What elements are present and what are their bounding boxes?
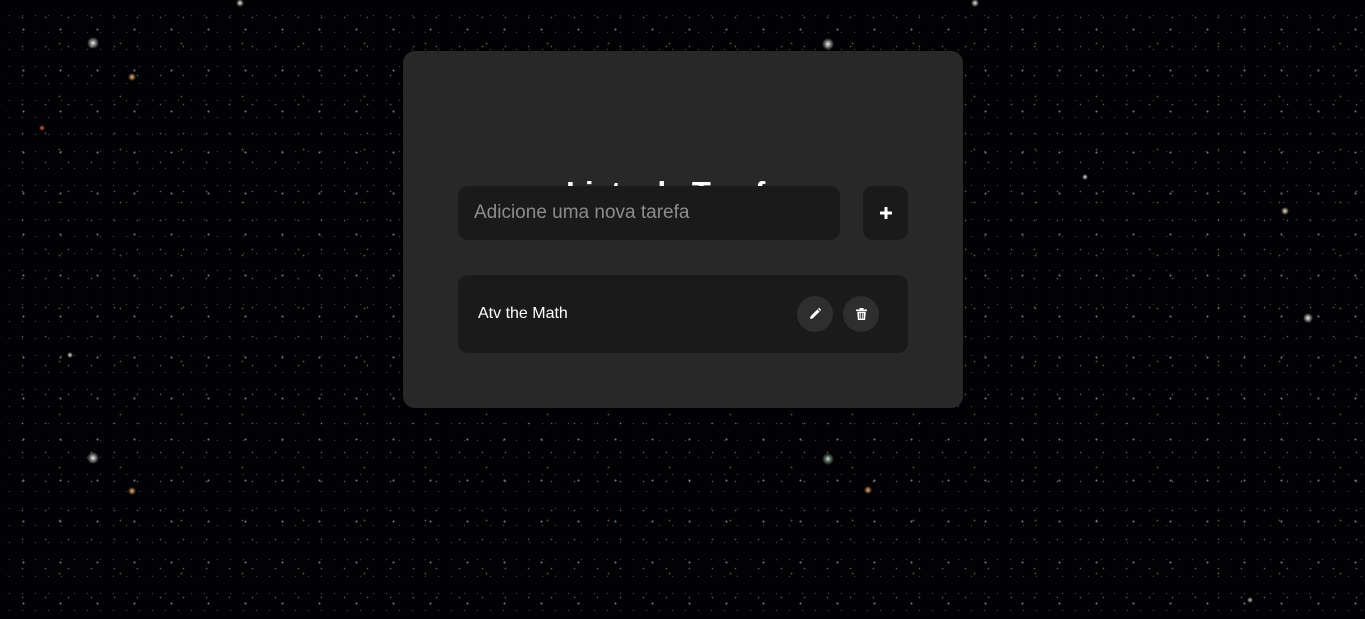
trash-icon — [855, 308, 867, 320]
pencil-icon — [809, 308, 821, 320]
delete-task-button[interactable] — [843, 296, 879, 332]
todo-card: Lista de Tarefas Atv the Math — [403, 51, 963, 408]
task-item: Atv the Math — [458, 275, 908, 353]
add-task-button[interactable] — [863, 186, 908, 240]
plus-icon — [879, 207, 892, 219]
task-text: Atv the Math — [478, 305, 568, 322]
edit-task-button[interactable] — [797, 296, 833, 332]
new-task-input[interactable] — [458, 186, 840, 240]
task-list: Atv the Math — [458, 275, 908, 353]
